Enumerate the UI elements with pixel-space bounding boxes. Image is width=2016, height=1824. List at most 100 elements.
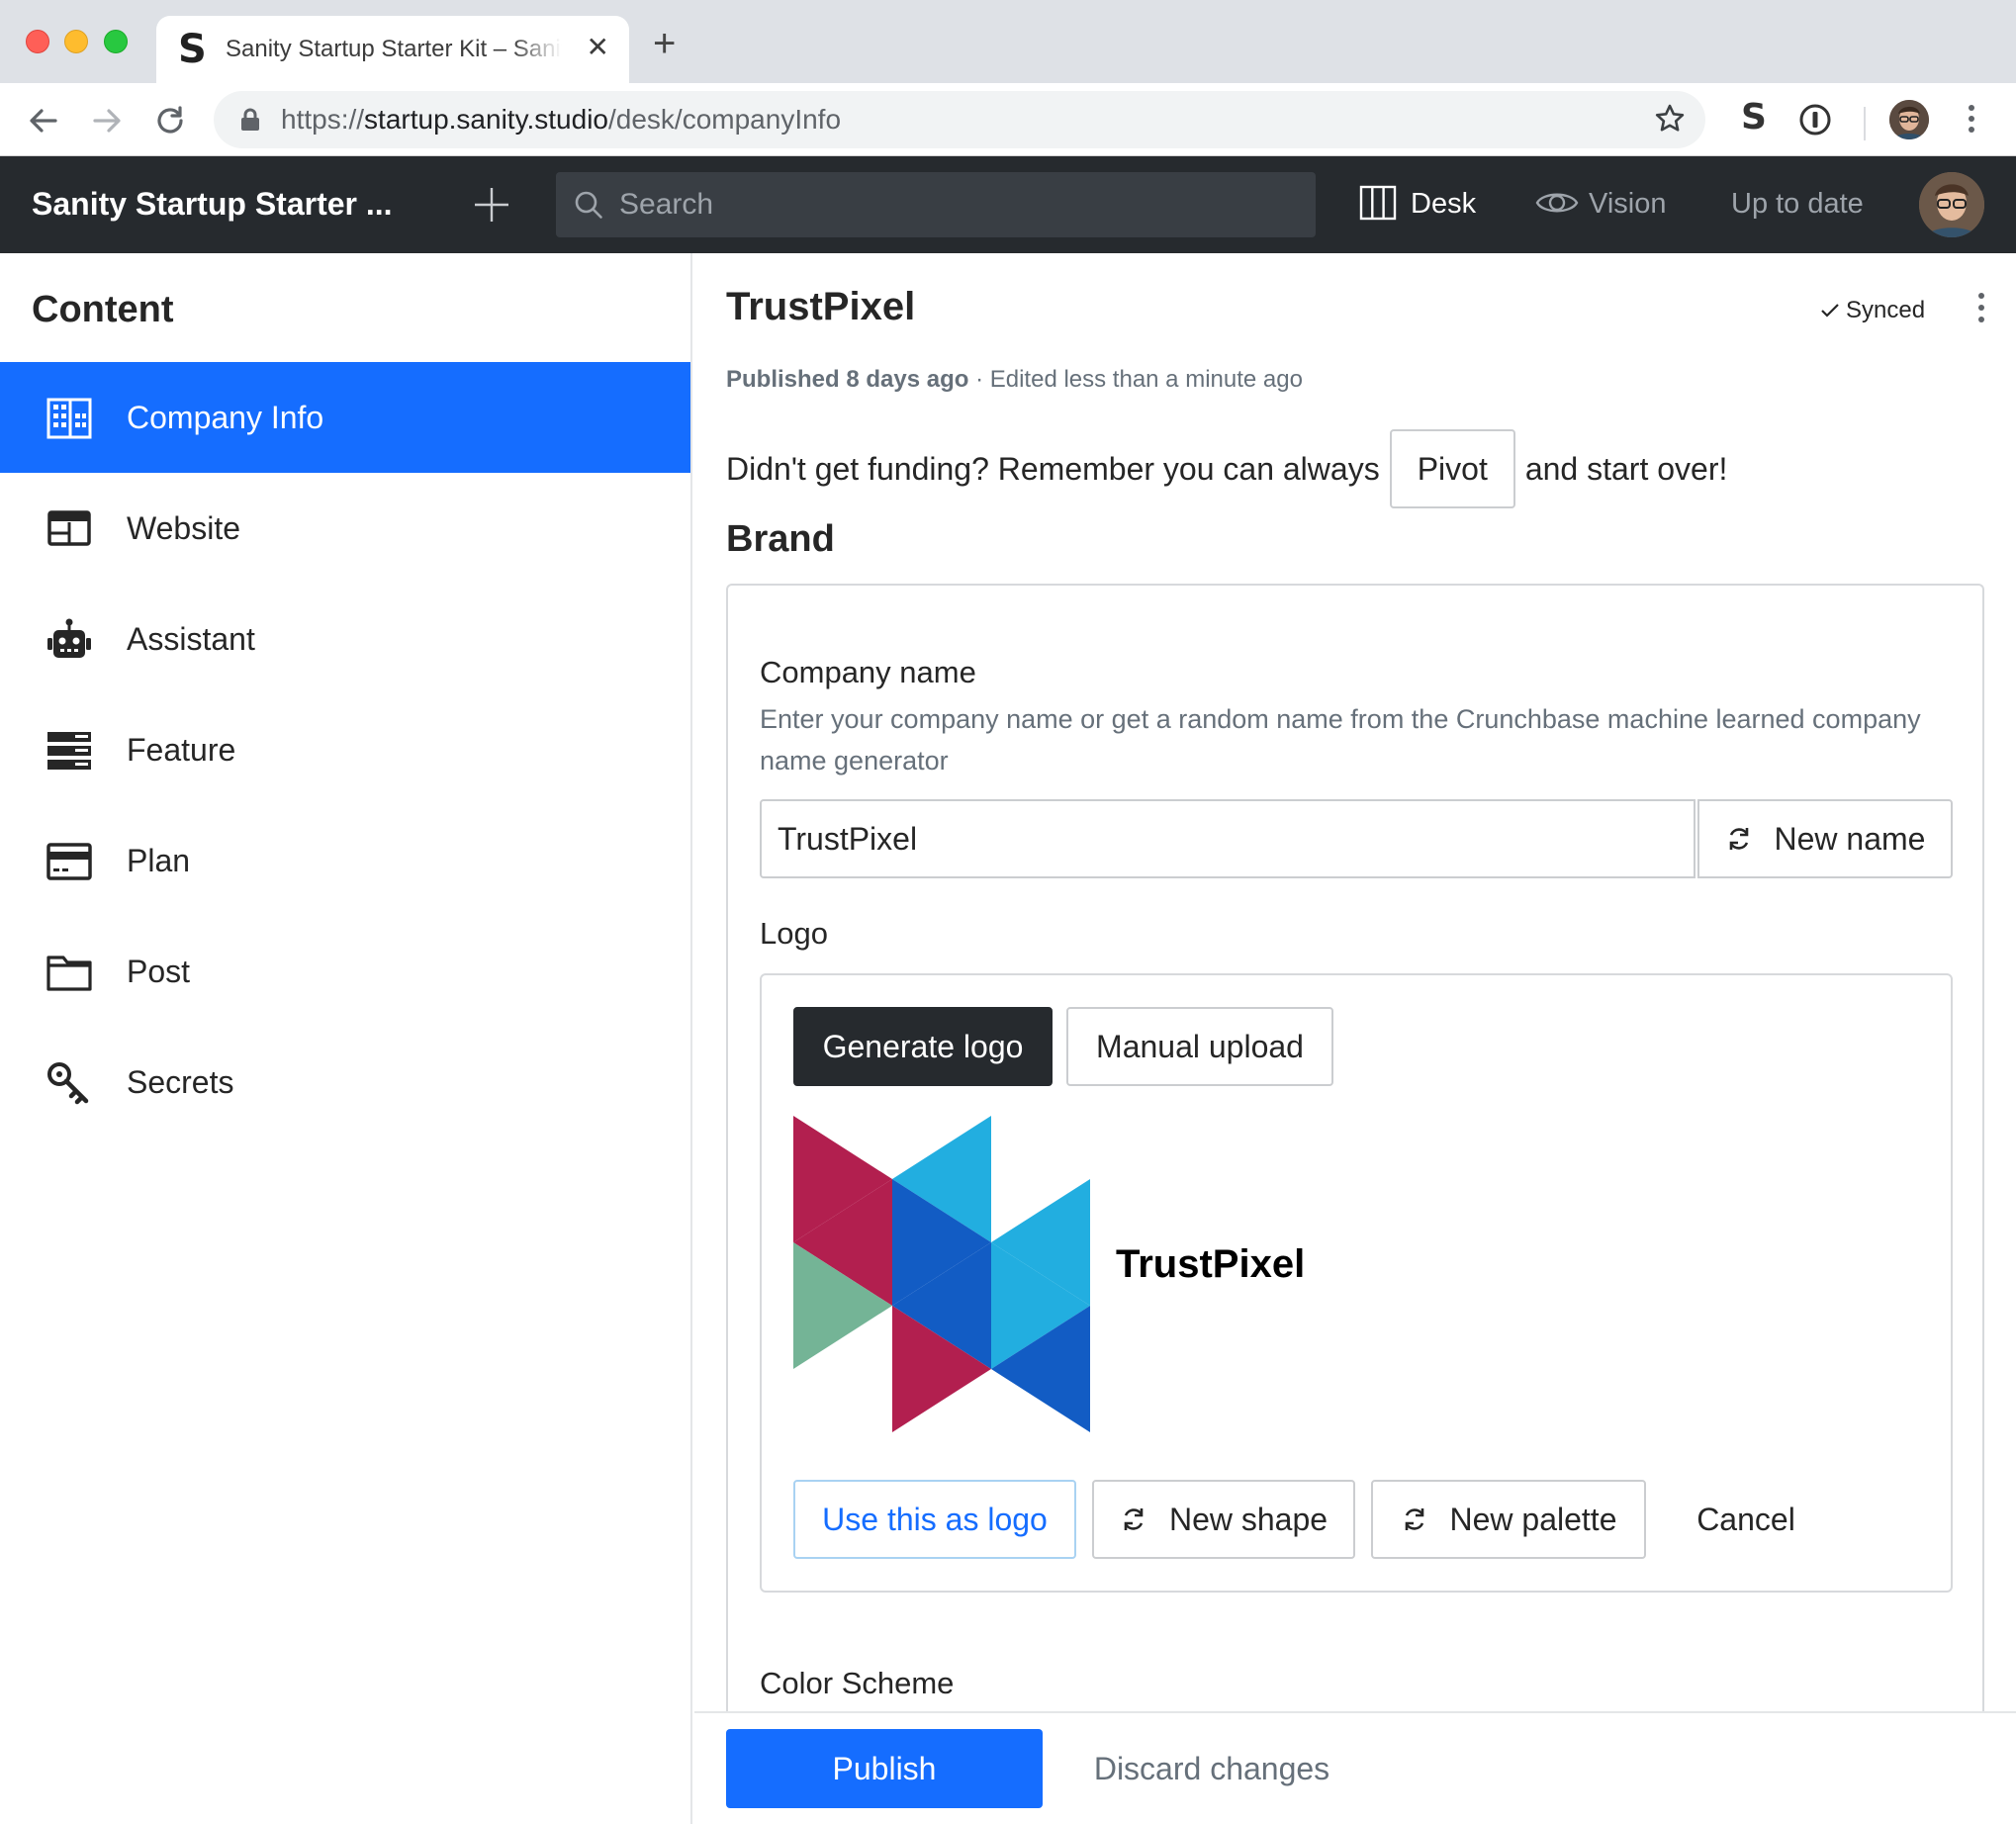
toolbar-divider <box>1864 107 1866 140</box>
new-tab-icon[interactable]: + <box>653 24 676 63</box>
pivot-prompt: Didn't get funding? Remember you can alw… <box>726 429 1727 508</box>
generated-logo-shape <box>793 1116 1090 1432</box>
sidebar-item-feature[interactable]: Feature <box>0 694 690 805</box>
refresh-icon <box>1405 1508 1423 1530</box>
sync-status-label: Synced <box>1846 297 1926 323</box>
credit-card-icon <box>46 843 92 880</box>
profile-photo-icon <box>1889 100 1929 139</box>
sidebar-item-label: Post <box>127 954 191 989</box>
key-icon <box>47 1062 89 1105</box>
browser-tab-strip: S Sanity Startup Starter Kit – Sanity ✕ … <box>0 0 2016 83</box>
sidebar-item-company-info[interactable]: Company Info <box>0 362 690 473</box>
forward-arrow-icon[interactable] <box>87 101 127 140</box>
folder-icon <box>46 956 92 991</box>
studio-header: Sanity Startup Starter ... Desk Vision U… <box>0 156 2016 253</box>
refresh-icon <box>1729 828 1748 850</box>
document-menu-icon[interactable] <box>1978 293 1984 328</box>
sidebar-item-post[interactable]: Post <box>0 916 690 1027</box>
color-scheme-label: Color Scheme <box>760 1666 955 1700</box>
company-name-input[interactable] <box>760 799 1695 878</box>
robot-icon <box>47 618 91 658</box>
update-status[interactable]: Up to date <box>1731 186 1864 222</box>
publish-button[interactable]: Publish <box>726 1729 1043 1808</box>
brand-fieldset: Company name Enter your company name or … <box>726 584 1984 1802</box>
url-text[interactable]: https://startup.sanity.studio/desk/compa… <box>281 105 841 135</box>
sidebar-item-plan[interactable]: Plan <box>0 805 690 916</box>
refresh-icon <box>1124 1508 1144 1530</box>
browser-menu-icon[interactable] <box>1969 105 1974 137</box>
content-sidebar: Content Company Info Website Assistant F… <box>0 253 692 1824</box>
search-icon <box>575 191 602 219</box>
nav-desk-label: Desk <box>1411 188 1477 220</box>
new-palette-button[interactable]: New palette <box>1371 1480 1646 1559</box>
new-shape-label: New shape <box>1168 1501 1329 1537</box>
new-name-label: New name <box>1774 820 1926 857</box>
tab-close-icon[interactable]: ✕ <box>587 34 609 61</box>
logo-generator: Generate logo Manual upload TrustPixel U… <box>760 973 1953 1593</box>
bookmark-star-icon[interactable] <box>1654 103 1686 135</box>
logo-preview-name: TrustPixel <box>1116 1242 1306 1286</box>
manual-upload-button[interactable]: Manual upload <box>1066 1007 1333 1086</box>
pivot-button[interactable]: Pivot <box>1389 429 1515 508</box>
user-photo-icon <box>1919 172 1984 237</box>
server-stack-icon <box>47 732 91 770</box>
browser-tab[interactable]: S Sanity Startup Starter Kit – Sanity ✕ <box>156 16 629 83</box>
logo-label: Logo <box>760 916 828 951</box>
browser-profile-avatar[interactable] <box>1889 100 1929 139</box>
publish-status: Published 8 days ago · Edited less than … <box>726 366 1303 394</box>
password-manager-icon[interactable] <box>1798 103 1832 137</box>
zoom-window-button[interactable] <box>104 30 128 53</box>
sidebar-item-label: Assistant <box>127 621 255 657</box>
user-avatar[interactable] <box>1919 172 1984 237</box>
studio-title[interactable]: Sanity Startup Starter ... <box>32 186 393 223</box>
use-logo-button[interactable]: Use this as logo <box>793 1480 1076 1559</box>
back-arrow-icon[interactable] <box>24 101 63 140</box>
search-input[interactable] <box>619 184 1292 226</box>
nav-vision[interactable]: Vision <box>1535 186 1666 222</box>
new-shape-button[interactable]: New shape <box>1092 1480 1355 1559</box>
desk-columns-icon <box>1359 185 1397 221</box>
tab-title: Sanity Startup Starter Kit – Sanity <box>226 36 562 62</box>
company-name-label: Company name <box>760 655 976 689</box>
sidebar-item-label: Website <box>127 510 241 546</box>
company-name-description: Enter your company name or get a random … <box>760 704 1921 775</box>
address-bar[interactable]: https://startup.sanity.studio/desk/compa… <box>214 91 1705 148</box>
nav-vision-label: Vision <box>1589 188 1667 220</box>
new-name-button[interactable]: New name <box>1697 799 1953 878</box>
document-pane: TrustPixel Synced Published 8 days ago ·… <box>694 253 2016 1824</box>
sidebar-title: Content <box>32 289 174 330</box>
sidebar-item-label: Secrets <box>127 1064 234 1100</box>
sanity-favicon-icon: S <box>178 27 207 72</box>
sidebar-item-assistant[interactable]: Assistant <box>0 584 690 694</box>
edited-time: · Edited less than a minute ago <box>975 366 1303 393</box>
building-icon <box>46 398 92 439</box>
document-footer: Publish Discard changes <box>694 1711 2016 1824</box>
sidebar-item-website[interactable]: Website <box>0 473 690 584</box>
nav-desk[interactable]: Desk <box>1359 185 1477 222</box>
lock-icon <box>241 108 259 131</box>
close-window-button[interactable] <box>26 30 49 53</box>
browser-window-icon <box>47 510 91 546</box>
generate-logo-button[interactable]: Generate logo <box>793 1007 1053 1086</box>
new-palette-label: New palette <box>1449 1501 1617 1537</box>
pivot-prompt-suffix: and start over! <box>1524 450 1728 487</box>
sidebar-item-label: Plan <box>127 843 191 878</box>
vision-eye-icon <box>1535 193 1579 213</box>
cancel-button[interactable]: Cancel <box>1672 1480 1820 1559</box>
search-box[interactable] <box>556 172 1316 237</box>
published-time: Published 8 days ago <box>726 366 969 393</box>
document-title: TrustPixel <box>726 285 916 328</box>
reload-icon[interactable] <box>150 101 190 140</box>
discard-changes-button[interactable]: Discard changes <box>1068 1729 1355 1808</box>
minimize-window-button[interactable] <box>64 30 88 53</box>
create-new-document-icon[interactable] <box>473 186 510 224</box>
sync-status: Synced <box>1820 297 1925 324</box>
checkmark-icon <box>1821 304 1839 318</box>
sidebar-item-label: Company Info <box>127 400 324 435</box>
browser-toolbar: https://startup.sanity.studio/desk/compa… <box>0 83 2016 156</box>
sanity-extension-icon[interactable]: S <box>1741 97 1767 137</box>
sidebar-item-label: Feature <box>127 732 236 768</box>
sidebar-item-secrets[interactable]: Secrets <box>0 1027 690 1138</box>
pivot-prompt-prefix: Didn't get funding? Remember you can alw… <box>726 450 1380 487</box>
brand-heading: Brand <box>726 518 835 560</box>
